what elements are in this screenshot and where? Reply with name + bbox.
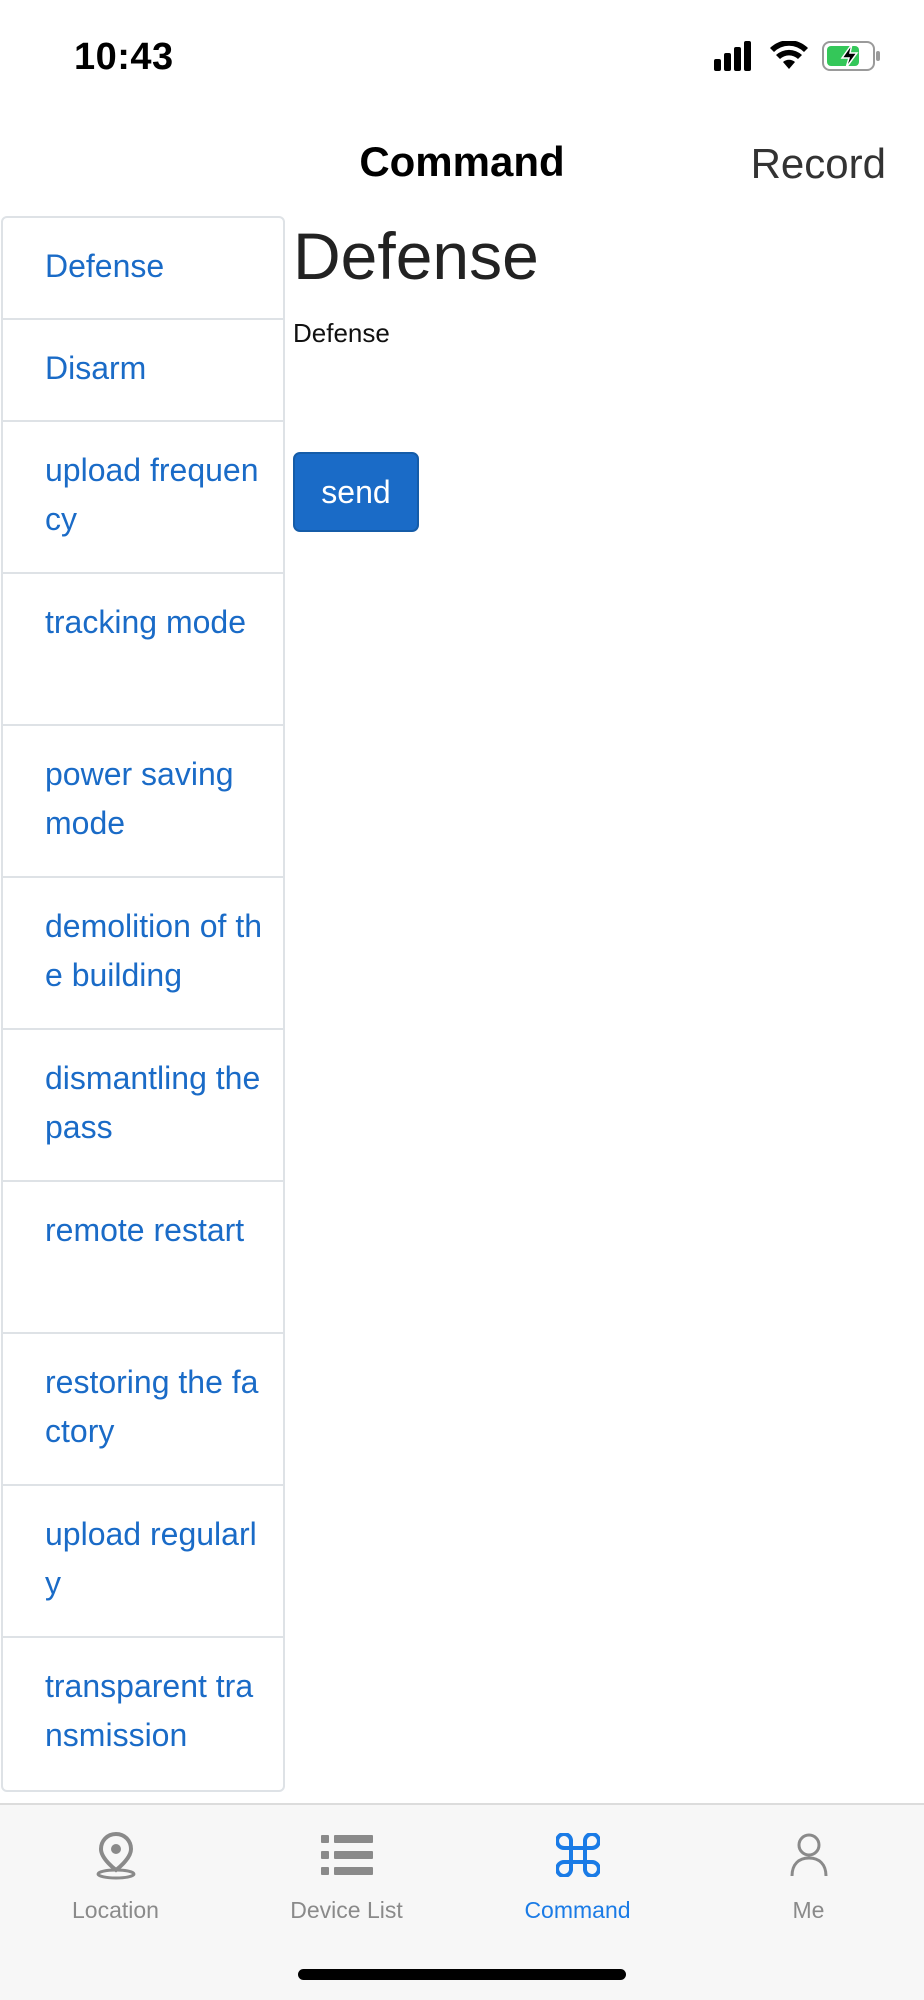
status-time: 10:43 — [74, 36, 174, 78]
tab-label: Command — [524, 1897, 631, 1923]
list-icon — [231, 1825, 462, 1885]
command-icon — [462, 1825, 693, 1885]
command-item-restore-factory[interactable]: restoring the factory — [3, 1334, 283, 1486]
command-detail: Defense Defense send — [293, 216, 893, 532]
command-item-upload-regularly[interactable]: upload regularly — [3, 1486, 283, 1638]
tab-command[interactable]: Command — [462, 1825, 693, 1935]
tab-label: Location — [72, 1897, 159, 1923]
command-list: Defense Disarm upload frequency tracking… — [1, 216, 285, 1792]
command-item-upload-frequency[interactable]: upload frequency — [3, 422, 283, 574]
wifi-icon — [770, 40, 808, 76]
status-icons — [714, 40, 882, 77]
command-item-disarm[interactable]: Disarm — [3, 320, 283, 422]
tab-location[interactable]: Location — [0, 1825, 231, 1935]
tab-bar: Location Device List Command Me — [0, 1803, 924, 2000]
signal-icon — [714, 41, 756, 76]
command-description: Defense — [293, 318, 390, 348]
command-item-defense[interactable]: Defense — [3, 218, 283, 320]
command-item-power-saving-mode[interactable]: power saving mode — [3, 726, 283, 878]
battery-charging-icon — [822, 40, 882, 77]
record-button[interactable]: Record — [751, 140, 886, 188]
command-item-dismantling-pass[interactable]: dismantling the pass — [3, 1030, 283, 1182]
send-button[interactable]: send — [293, 452, 419, 532]
home-indicator — [298, 1969, 626, 1980]
command-item-tracking-mode[interactable]: tracking mode — [3, 574, 283, 726]
command-item-transparent-transmission[interactable]: transparent transmission — [3, 1638, 283, 1790]
person-icon — [693, 1825, 924, 1885]
tab-label: Device List — [290, 1897, 403, 1923]
command-title: Defense — [293, 219, 539, 293]
tab-label: Me — [792, 1897, 825, 1923]
nav-header: Command Record — [0, 120, 924, 210]
command-item-remote-restart[interactable]: remote restart — [3, 1182, 283, 1334]
tab-device-list[interactable]: Device List — [231, 1825, 462, 1935]
status-bar: 10:43 — [0, 0, 924, 110]
command-item-demolition[interactable]: demolition of the building — [3, 878, 283, 1030]
tab-me[interactable]: Me — [693, 1825, 924, 1935]
location-pin-icon — [0, 1825, 231, 1885]
